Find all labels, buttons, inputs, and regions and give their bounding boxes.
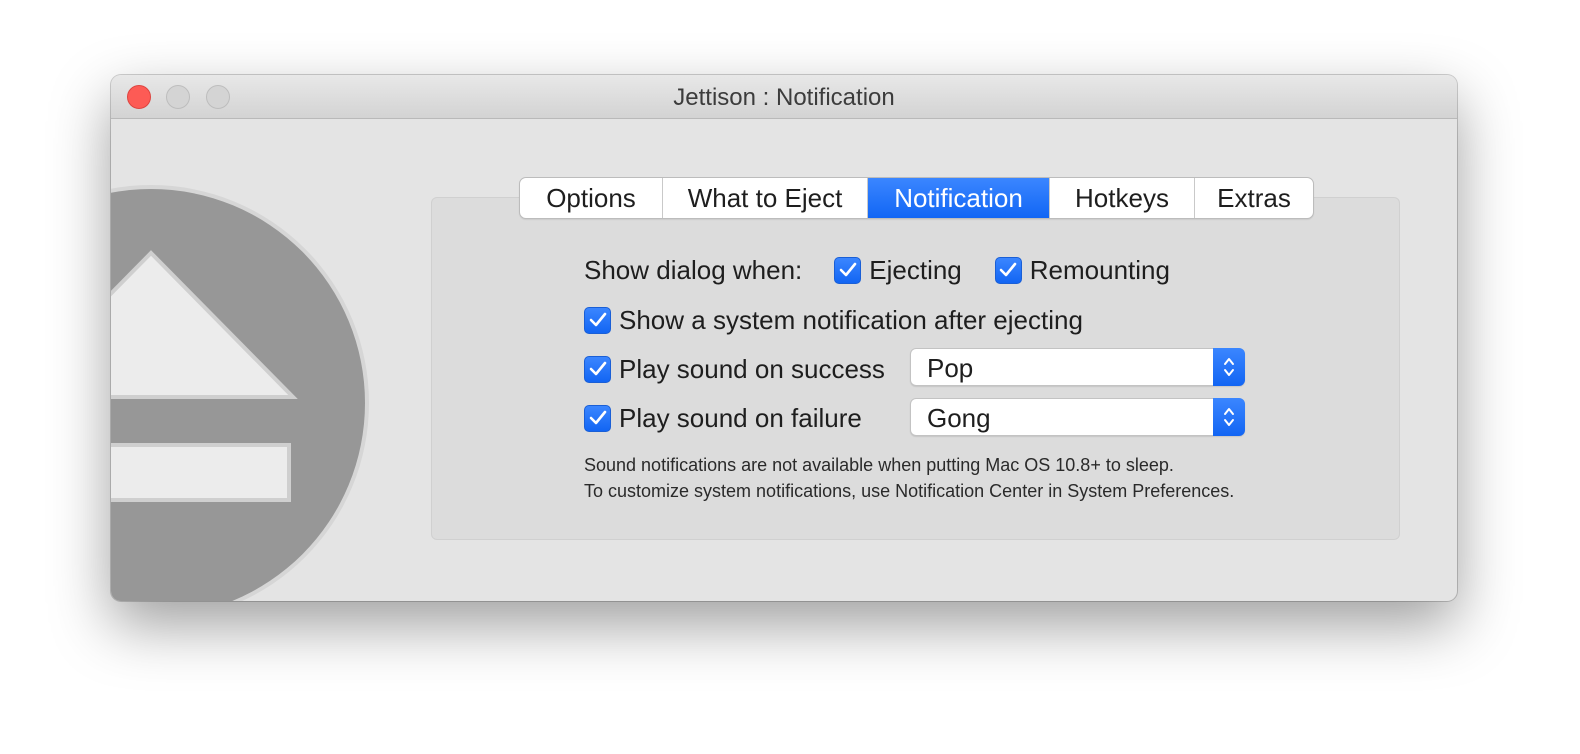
tab-hotkeys[interactable]: Hotkeys xyxy=(1050,178,1195,218)
dialog-row: Show dialog when: Ejecting Remounting xyxy=(584,252,1170,288)
sound-failure-checkbox[interactable] xyxy=(584,404,611,432)
tab-bar: Options What to Eject Notification Hotke… xyxy=(519,177,1314,219)
sound-success-row: Play sound on success xyxy=(584,351,885,387)
sound-failure-value: Gong xyxy=(927,403,991,433)
checkmark-icon xyxy=(589,410,606,425)
sound-failure-row: Play sound on failure xyxy=(584,400,862,436)
up-down-chevron-icon xyxy=(1213,398,1245,436)
sound-failure-label[interactable]: Play sound on failure xyxy=(619,403,862,434)
tab-extras[interactable]: Extras xyxy=(1195,178,1313,218)
notification-center-note: To customize system notifications, use N… xyxy=(584,481,1235,501)
tab-notification[interactable]: Notification xyxy=(868,178,1050,218)
sound-failure-select[interactable]: Gong xyxy=(910,398,1245,436)
remounting-checkbox[interactable] xyxy=(994,256,1022,284)
sleep-note: Sound notifications are not available wh… xyxy=(584,455,1174,475)
checkmark-icon xyxy=(839,262,857,277)
checkmark-icon xyxy=(589,312,606,327)
ejecting-checkbox[interactable] xyxy=(834,256,862,284)
eject-icon xyxy=(111,185,369,601)
app-window: Jettison : Notification Options What to … xyxy=(111,75,1457,601)
window-title: Jettison : Notification xyxy=(673,84,895,111)
ejecting-label[interactable]: Ejecting xyxy=(869,255,962,286)
sound-success-label[interactable]: Play sound on success xyxy=(619,354,885,385)
checkmark-icon xyxy=(999,262,1017,277)
system-notification-row: Show a system notification after ejectin… xyxy=(584,302,1083,338)
sound-success-select[interactable]: Pop xyxy=(910,348,1245,386)
tab-what-to-eject[interactable]: What to Eject xyxy=(663,178,868,218)
sound-success-checkbox[interactable] xyxy=(584,355,611,383)
tab-options[interactable]: Options xyxy=(520,178,663,218)
remounting-label[interactable]: Remounting xyxy=(1030,255,1170,286)
system-notification-label[interactable]: Show a system notification after ejectin… xyxy=(619,305,1083,336)
dialog-label: Show dialog when: xyxy=(584,254,803,285)
checkmark-icon xyxy=(589,361,606,376)
title-bar[interactable]: Jettison : Notification xyxy=(111,75,1457,119)
sound-success-value: Pop xyxy=(927,353,974,383)
up-down-chevron-icon xyxy=(1213,348,1245,386)
system-notification-checkbox[interactable] xyxy=(584,306,611,334)
